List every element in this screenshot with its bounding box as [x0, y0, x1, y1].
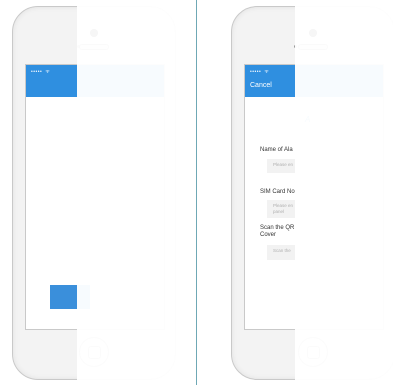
wifi-icon: ᯤ: [264, 69, 270, 75]
signal-dots-icon: •••••: [31, 69, 43, 75]
status-bar: ••••• ᯤ: [31, 69, 50, 75]
white-overlay-right: [295, 0, 393, 385]
cancel-button[interactable]: Cancel: [250, 82, 272, 89]
alarm-name-label: Name of Ala: [260, 147, 293, 153]
sim-card-label: SIM Card No: [260, 189, 295, 195]
signal-dots-icon: •••••: [250, 69, 262, 75]
vertical-guide-line: [196, 0, 197, 385]
scan-qr-label: Scan the QR Cover: [260, 225, 295, 238]
wifi-icon: ᯤ: [45, 69, 51, 75]
status-bar: ••••• ᯤ: [250, 69, 269, 75]
white-overlay-left: [77, 0, 196, 385]
